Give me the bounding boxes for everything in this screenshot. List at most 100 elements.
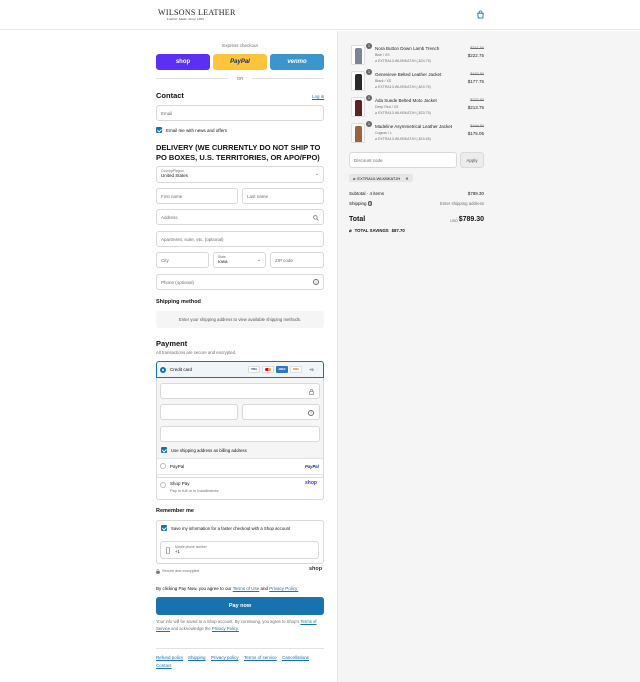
original-price: $194.50 (470, 124, 484, 128)
zip-field[interactable]: ZIP code (270, 252, 324, 268)
shop-privacy-link[interactable]: Privacy Policy. (212, 626, 239, 631)
venmo-button[interactable]: venmo (270, 54, 324, 70)
paypal-logo: PayPal (305, 464, 319, 469)
city-placeholder: City (161, 257, 169, 263)
privacy-policy-footer-link[interactable]: Privacy policy (211, 655, 239, 660)
applied-code: EXTRA10-WLKBKATJH (357, 175, 401, 181)
chevron-down-icon: ⌄ (314, 171, 319, 177)
product-variant: Black / XS (375, 79, 392, 83)
paypal-option-label[interactable]: PayPal (170, 464, 184, 469)
billing-checkbox[interactable] (161, 447, 167, 453)
original-price: $237.50 (470, 98, 484, 102)
brand-logo[interactable]: WILSONS LEATHER (158, 8, 236, 17)
security-code-field[interactable]: ? (242, 404, 320, 420)
original-price: $247.50 (470, 46, 484, 50)
product-name: Genevieve Belted Leather Jacket (375, 72, 442, 77)
save-info-checkbox[interactable] (161, 525, 167, 531)
address-field[interactable]: Address (156, 209, 324, 225)
shipping-row-label: Shipping ? (349, 201, 373, 206)
terms-prefix: By clicking Pay Now, you agree to our (156, 586, 232, 591)
shipping-link[interactable]: Shipping (188, 655, 206, 660)
discount-code-field[interactable]: Discount code (349, 152, 457, 168)
product-name: Ada Suede Belted Moto Jacket (375, 98, 437, 103)
qty-badge: 1 (366, 95, 372, 101)
cancellations-link[interactable]: Cancellations (282, 655, 309, 660)
mastercard-icon (262, 366, 274, 373)
discover-icon: DISC (290, 366, 302, 373)
first-name-placeholder: First name (161, 193, 183, 199)
email-field[interactable]: Email (156, 105, 324, 121)
sale-price: $213.75 (467, 105, 484, 110)
phone-icon (166, 547, 170, 554)
applied-discount-tag: ⌀ EXTRA10-WLKBKATJH ✕ (349, 174, 413, 182)
terms-of-use-link[interactable]: Terms of Use (233, 586, 260, 591)
paypal-label: PayPal (230, 59, 250, 65)
state-select[interactable]: State Iowa ⌄ (213, 252, 266, 268)
shop-fine-print: Your info will be saved to a Shop accoun… (156, 619, 326, 632)
paypal-radio[interactable] (160, 463, 166, 469)
news-checkbox[interactable] (156, 127, 162, 133)
product-discount: ⌀ EXTRA10-WLKBKATJH (-$19.45) (375, 137, 431, 141)
subtotal-label: Subtotal · 4 items (349, 191, 385, 196)
payment-subtitle: All transactions are secure and encrypte… (156, 350, 237, 355)
card-number-field[interactable] (160, 383, 320, 399)
credit-card-radio[interactable] (160, 366, 166, 373)
mobile-phone-field[interactable]: Mobile phone number +1 (160, 541, 319, 559)
product-thumbnail (351, 123, 365, 143)
terms-line: By clicking Pay Now, you agree to our Te… (156, 586, 298, 591)
lock-icon (309, 388, 314, 395)
address-placeholder: Address (161, 214, 178, 220)
shipping-method-heading: Shipping method (156, 299, 201, 305)
privacy-policy-link[interactable]: Privacy Policy. (269, 586, 298, 591)
name-on-card-field[interactable] (160, 426, 320, 442)
delivery-heading: DELIVERY (WE CURRENTLY DO NOT SHIP TO PO… (156, 143, 321, 162)
help-icon[interactable]: ? (313, 279, 319, 285)
total-label: Total (349, 216, 366, 223)
shoppay-logo: shop (305, 480, 317, 486)
product-discount: ⌀ EXTRA10-WLKBKATJH (-$24.75) (375, 59, 431, 63)
contact-heading: Contact (156, 91, 184, 100)
shoppay-label: Shop Pay (170, 481, 190, 486)
bag-icon[interactable] (476, 10, 485, 19)
sale-price: $175.05 (467, 131, 484, 136)
country-select[interactable]: Country/Region United States ⌄ (156, 166, 324, 183)
product-discount: ⌀ EXTRA10-WLKBKATJH (-$23.75) (375, 111, 431, 115)
refund-policy-link[interactable]: Refund policy (156, 655, 183, 660)
product-variant: Blue / XS (375, 53, 390, 57)
sale-price: $222.75 (467, 53, 484, 58)
contact-link[interactable]: Contact (156, 663, 172, 668)
login-link[interactable]: Log in (312, 94, 324, 99)
shoppay-radio[interactable] (160, 482, 166, 488)
city-field[interactable]: City (156, 252, 209, 268)
discount-text: EXTRA10-WLKBKATJH (-$19.75) (378, 85, 431, 89)
apartment-field[interactable]: Apartment, suite, etc. (optional) (156, 231, 324, 247)
terms-of-service-link[interactable]: Terms of service (244, 655, 277, 660)
expiry-field[interactable] (160, 404, 238, 420)
divider-right (252, 78, 324, 79)
paypal-button[interactable]: PayPal (213, 54, 267, 70)
phone-field[interactable]: Phone (optional) ? (156, 274, 324, 290)
close-icon[interactable]: ✕ (405, 176, 408, 181)
remember-heading: Remember me (156, 508, 194, 514)
savings-value: $87.70 (391, 228, 405, 233)
first-name-field[interactable]: First name (156, 188, 238, 204)
terms-and: and (260, 586, 269, 591)
search-icon (313, 215, 319, 221)
last-name-field[interactable]: Last name (242, 188, 324, 204)
apply-button[interactable]: Apply (460, 152, 484, 168)
payment-divider (157, 474, 323, 475)
product-variant: Deep Red / XS (375, 105, 399, 109)
shoppay-option[interactable] (156, 474, 324, 500)
help-icon[interactable]: ? (308, 409, 314, 416)
country-value: United States (161, 173, 189, 178)
help-icon[interactable]: ? (367, 201, 373, 206)
pay-now-button[interactable]: Pay now (156, 597, 324, 615)
pay-now-label: Pay now (228, 603, 252, 609)
total-value: $789.30 (458, 216, 484, 223)
amex-icon: AMEX (276, 366, 288, 373)
product-discount: ⌀ EXTRA10-WLKBKATJH (-$19.75) (375, 85, 431, 89)
product-thumbnail (351, 45, 365, 65)
shipping-notice-text: Enter your shipping address to view avai… (178, 317, 302, 322)
jacket-image (355, 126, 362, 142)
shop-pay-button[interactable]: shop (156, 54, 210, 70)
